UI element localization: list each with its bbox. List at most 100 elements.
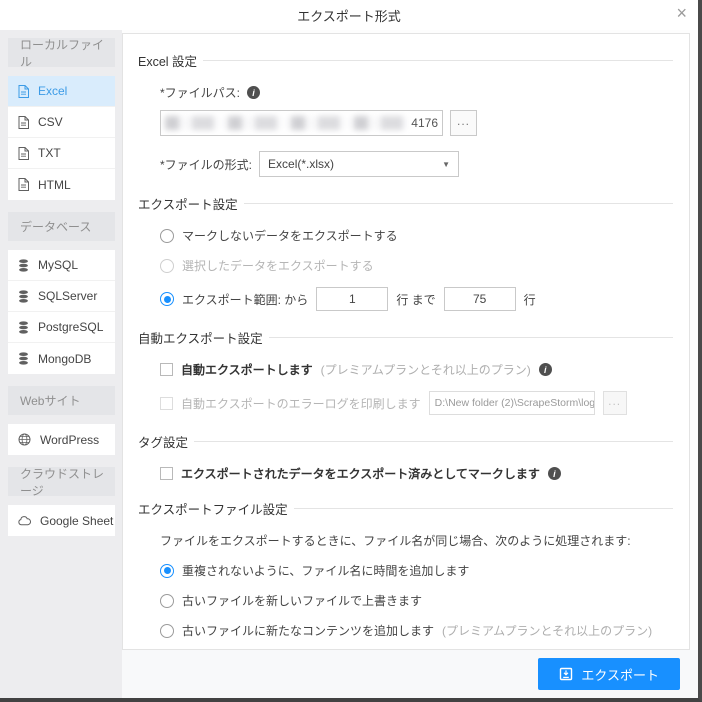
file-icon [18,84,29,98]
sidebar-item-google-sheet[interactable]: Google Sheet [8,505,115,536]
sidebar-group-local-files: ローカルファイル [8,38,115,69]
error-log-checkbox-row[interactable]: 自動エクスポートのエラーログを印刷します D:\New folder (2)\S… [160,391,673,415]
section-title-text: タグ設定 [138,436,189,450]
file-path-visible-text: 4176 [411,116,438,130]
auto-export-plan-note: (プレミアムプランとそれ以上のプラン) [320,363,531,377]
info-icon[interactable] [247,86,261,99]
database-icon [18,289,29,303]
export-file-settings-section: エクスポートファイル設定 ファイルをエクスポートするときに、ファイル名が同じ場合… [138,499,673,639]
append-plan-note: (プレミアムプランとそれ以上のプラン) [442,624,653,638]
file-icon [18,115,29,129]
radio-checked-icon[interactable] [160,563,174,578]
error-log-path-input[interactable]: D:\New folder (2)\ScrapeStorm\logs\a [428,391,595,415]
sidebar-item-label: PostgreSQL [38,320,104,334]
section-title-excel: Excel 設定 [138,51,673,70]
export-button-label: エクスポート [581,667,659,683]
chevron-down-icon: ▼ [442,159,451,169]
settings-panel: Excel 設定 *ファイルパス: 4176 [122,33,690,650]
section-rule [243,203,673,204]
checkbox-unchecked-icon[interactable] [160,363,173,376]
redacted-path-blur [165,116,410,130]
sidebar-item-sqlserver[interactable]: SQLServer [8,281,115,312]
sidebar-item-excel[interactable]: Excel [8,76,115,107]
dialog-title: エクスポート形式 [297,8,401,24]
file-path-row: 4176 ... [160,110,673,136]
file-path-input[interactable]: 4176 [160,110,443,136]
section-rule [268,337,673,338]
sidebar-item-mongodb[interactable]: MongoDB [8,343,115,374]
database-icon [18,258,29,272]
auto-export-settings-section: 自動エクスポート設定 自動エクスポートします (プレミアムプランとそれ以上のプラ… [138,328,673,415]
mark-exported-checkbox-row[interactable]: エクスポートされたデータをエクスポート済みとしてマークします [160,465,673,482]
globe-icon [18,433,31,446]
error-log-path-value: D:\New folder (2)\ScrapeStorm\logs\a [434,397,595,409]
sidebar: ローカルファイル Excel CSV TXT HTML データベース MySQL… [0,30,122,698]
cloud-icon [18,515,31,526]
close-icon[interactable]: × [676,3,687,25]
browse-button-disabled[interactable]: ... [602,391,627,415]
radio-unchecked-icon[interactable] [160,593,174,608]
sidebar-group-database-items: MySQL SQLServer PostgreSQL MongoDB [8,250,115,374]
sidebar-item-label: MySQL [38,258,79,272]
export-icon [559,667,573,681]
tag-settings-section: タグ設定 エクスポートされたデータをエクスポート済みとしてマークします [138,432,673,482]
mark-exported-label: エクスポートされたデータをエクスポート済みとしてマークします [181,467,540,481]
radio-checked-icon[interactable] [160,292,174,306]
error-log-label: 自動エクスポートのエラーログを印刷します [181,396,421,411]
sidebar-group-cloud-storage-items: Google Sheet [8,505,115,536]
sidebar-item-label: SQLServer [38,289,98,303]
section-title-tag: タグ設定 [138,432,673,451]
section-rule [194,441,673,442]
export-range-option[interactable]: エクスポート範囲: から 行 まで 行 [160,287,673,311]
file-icon [18,146,29,160]
section-rule [203,60,673,61]
file-path-label-row: *ファイルパス: [160,84,673,101]
sidebar-item-mysql[interactable]: MySQL [8,250,115,281]
sidebar-item-label: CSV [38,115,63,129]
browse-button[interactable]: ... [450,110,477,136]
database-icon [18,352,29,365]
checkbox-disabled-icon [160,396,173,410]
file-format-row: *ファイルの形式: Excel(*.xlsx) ▼ [160,151,673,177]
info-icon[interactable] [547,467,561,480]
export-button[interactable]: エクスポート [538,658,680,690]
export-settings-section: エクスポート設定 マークしないデータをエクスポートする 選択したデータをエクスポ… [138,194,673,311]
dialog-titlebar: エクスポート形式 × [0,0,698,30]
append-content-option[interactable]: 古いファイルに新たなコンテンツを追加します (プレミアムプランとそれ以上のプラン… [160,622,673,639]
sidebar-item-txt[interactable]: TXT [8,138,115,169]
sidebar-item-html[interactable]: HTML [8,169,115,200]
radio-unchecked-icon[interactable] [160,228,174,243]
sidebar-item-label: Excel [38,84,68,98]
add-time-option[interactable]: 重複されないように、ファイル名に時間を追加します [160,562,673,579]
checkbox-unchecked-icon[interactable] [160,467,173,480]
range-unit-end: 行 [523,292,536,307]
database-icon [18,320,29,334]
sidebar-item-label: HTML [38,177,71,192]
option-label: 古いファイルに新たなコンテンツを追加します [182,624,435,638]
auto-export-checkbox-row[interactable]: 自動エクスポートします (プレミアムプランとそれ以上のプラン) [160,361,673,378]
file-path-label: *ファイルパス: [160,86,241,100]
option-label: 選択したデータをエクスポートする [182,259,374,273]
export-selected-option[interactable]: 選択したデータをエクスポートする [160,257,673,274]
range-from-input[interactable] [316,287,389,311]
sidebar-item-label: MongoDB [38,351,92,366]
file-format-value: Excel(*.xlsx) [268,157,335,171]
radio-unchecked-icon[interactable] [160,623,174,638]
sidebar-item-csv[interactable]: CSV [8,107,115,138]
export-format-dialog: エクスポート形式 × ローカルファイル Excel CSV TXT HTML デ… [0,0,702,702]
range-to-input[interactable] [443,287,516,311]
sidebar-group-database: データベース [8,212,115,241]
section-title-auto-export: 自動エクスポート設定 [138,328,673,347]
sidebar-item-wordpress[interactable]: WordPress [8,424,115,455]
section-title-export: エクスポート設定 [138,194,673,213]
info-icon[interactable] [538,363,552,376]
export-unmarked-option[interactable]: マークしないデータをエクスポートする [160,227,673,244]
overwrite-option[interactable]: 古いファイルを新しいファイルで上書きます [160,592,673,609]
file-format-select[interactable]: Excel(*.xlsx) ▼ [259,151,460,177]
sidebar-group-website: Webサイト [8,386,115,415]
section-rule [293,508,673,509]
dialog-body: ローカルファイル Excel CSV TXT HTML データベース MySQL… [0,30,698,698]
sidebar-group-cloud-storage: クラウドストレージ [8,467,115,498]
section-title-text: 自動エクスポート設定 [138,332,263,346]
sidebar-item-postgresql[interactable]: PostgreSQL [8,312,115,343]
